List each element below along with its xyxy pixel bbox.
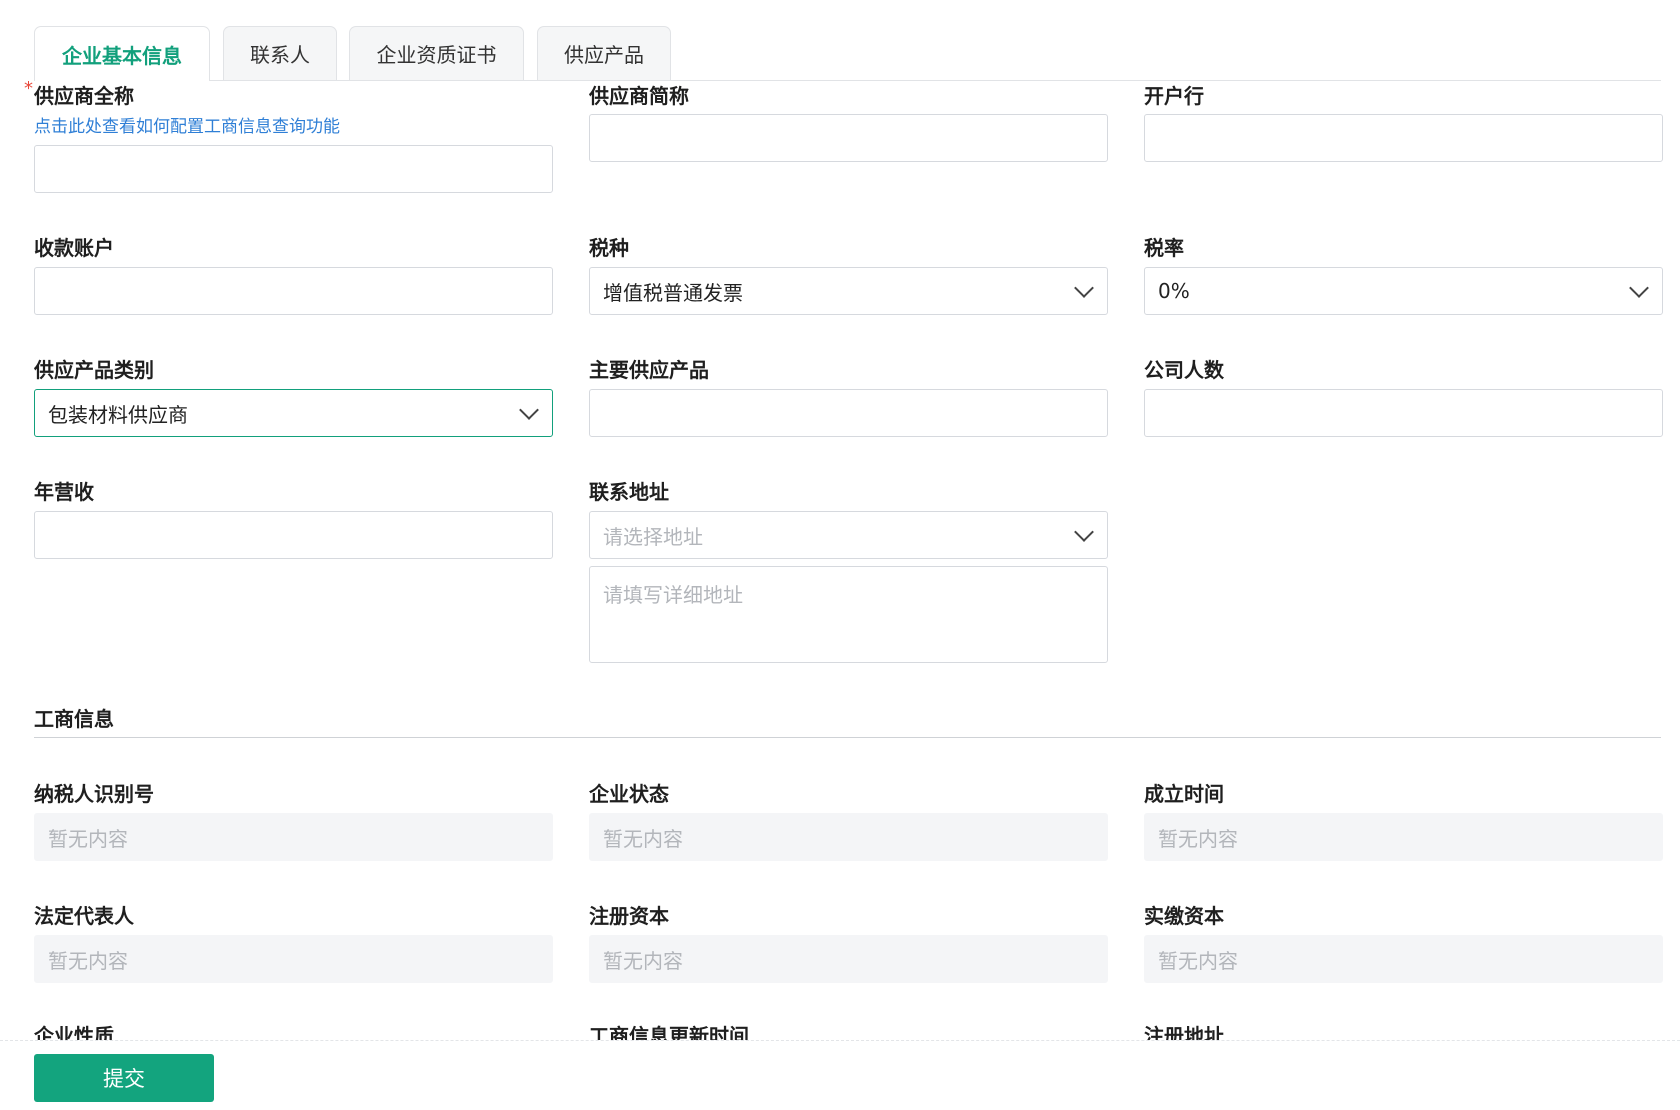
full-name-label: * 供应商全称: [24, 78, 134, 108]
submit-button[interactable]: 提交: [34, 1054, 214, 1102]
tab-certificates[interactable]: 企业资质证书: [349, 26, 524, 80]
company-type-label: 企业性质: [34, 1024, 114, 1042]
required-mark: *: [24, 78, 33, 99]
short-name-input[interactable]: [589, 114, 1108, 162]
revenue-input[interactable]: [34, 511, 553, 559]
short-name-label: 供应商简称: [589, 84, 689, 108]
tax-type-label: 税种: [589, 236, 629, 260]
address-select[interactable]: 请选择地址: [589, 511, 1108, 559]
taxpayer-id-value: 暂无内容: [34, 813, 553, 861]
business-query-help-link[interactable]: 点击此处查看如何配置工商信息查询功能: [34, 112, 340, 137]
address-detail-textarea[interactable]: 请填写详细地址: [589, 566, 1108, 663]
address-label: 联系地址: [589, 480, 669, 504]
full-name-input[interactable]: [34, 145, 553, 193]
company-status-value: 暂无内容: [589, 813, 1108, 861]
registered-capital-value: 暂无内容: [589, 935, 1108, 983]
supplier-form-page: 企业基本信息 联系人 企业资质证书 供应产品 * 供应商全称 点击此处查看如何配置…: [0, 0, 1680, 1110]
tax-rate-label: 税率: [1144, 236, 1184, 260]
founded-date-value: 暂无内容: [1144, 813, 1663, 861]
registered-capital-label: 注册资本: [589, 904, 669, 928]
founded-date-label: 成立时间: [1144, 782, 1224, 806]
account-input[interactable]: [34, 267, 553, 315]
taxpayer-id-label: 纳税人识别号: [34, 782, 154, 806]
product-category-label: 供应产品类别: [34, 358, 154, 382]
tax-type-value: 增值税普通发票: [603, 280, 743, 305]
main-products-input[interactable]: [589, 389, 1108, 437]
company-status-label: 企业状态: [589, 782, 669, 806]
section-divider: [34, 737, 1661, 738]
account-label: 收款账户: [34, 236, 114, 260]
chevron-down-icon: [519, 400, 539, 420]
employees-input[interactable]: [1144, 389, 1663, 437]
tab-basic-info[interactable]: 企业基本信息: [34, 26, 210, 81]
tax-rate-select[interactable]: 0%: [1144, 267, 1663, 315]
product-category-select[interactable]: 包装材料供应商: [34, 389, 553, 437]
tab-contacts[interactable]: 联系人: [223, 26, 337, 80]
tax-rate-value: 0%: [1158, 279, 1190, 303]
tab-bar: 企业基本信息 联系人 企业资质证书 供应产品: [34, 26, 1661, 81]
chevron-down-icon: [1629, 278, 1649, 298]
paid-capital-label: 实缴资本: [1144, 904, 1224, 928]
registered-address-label: 注册地址: [1144, 1024, 1224, 1042]
legal-rep-value: 暂无内容: [34, 935, 553, 983]
tax-type-select[interactable]: 增值税普通发票: [589, 267, 1108, 315]
business-update-time-label: 工商信息更新时间: [589, 1024, 749, 1042]
legal-rep-label: 法定代表人: [34, 904, 134, 928]
chevron-down-icon: [1074, 278, 1094, 298]
bank-label: 开户行: [1144, 84, 1204, 108]
revenue-label: 年营收: [34, 480, 94, 504]
tab-products[interactable]: 供应产品: [537, 26, 671, 80]
paid-capital-value: 暂无内容: [1144, 935, 1663, 983]
chevron-down-icon: [1074, 522, 1094, 542]
main-products-label: 主要供应产品: [589, 358, 709, 382]
clipped-field-row: 企业性质 工商信息更新时间 注册地址: [0, 1018, 1680, 1042]
address-select-placeholder: 请选择地址: [603, 524, 703, 549]
bank-input[interactable]: [1144, 114, 1663, 162]
form-footer: 提交: [0, 1040, 1680, 1110]
business-info-title: 工商信息: [34, 707, 114, 731]
product-category-value: 包装材料供应商: [48, 402, 188, 427]
employees-label: 公司人数: [1144, 358, 1224, 382]
